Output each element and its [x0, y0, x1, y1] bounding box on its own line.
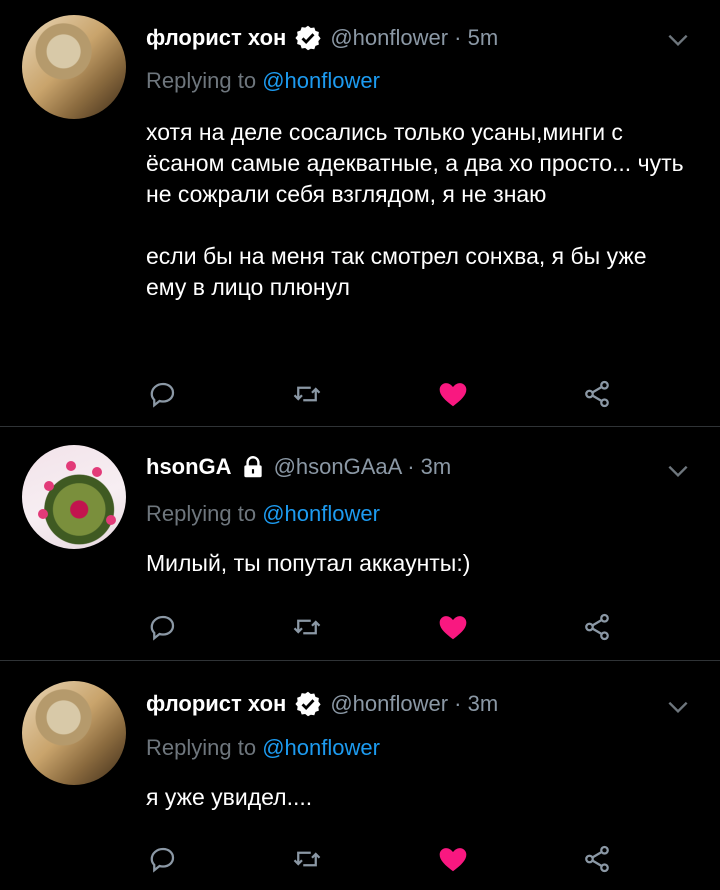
like-button[interactable]	[436, 610, 470, 644]
avatar[interactable]	[22, 445, 126, 549]
tweet-header: флорист хон @honflower · 5m	[146, 22, 498, 54]
like-icon	[439, 616, 467, 640]
like-button[interactable]	[436, 377, 470, 411]
reply-icon	[150, 382, 175, 408]
tweet[interactable]: флорист хон @honflower · 5m Replying to …	[0, 0, 720, 425]
tweet-text: Милый, ты попутал аккаунты:)	[146, 548, 686, 579]
like-button[interactable]	[436, 842, 470, 876]
share-icon	[585, 613, 609, 641]
timestamp: 3m	[420, 454, 452, 479]
retweet-button[interactable]	[290, 842, 324, 876]
like-icon	[439, 383, 467, 407]
replying-prefix: Replying to	[146, 501, 263, 526]
separator: ·	[401, 454, 421, 479]
retweet-icon	[293, 619, 321, 635]
replying-prefix: Replying to	[146, 68, 263, 93]
retweet-icon	[293, 851, 321, 867]
retweet-button[interactable]	[290, 377, 324, 411]
tweet-paragraph: Милый, ты попутал аккаунты:)	[146, 550, 471, 576]
avatar[interactable]	[22, 15, 126, 119]
separator: ·	[448, 691, 468, 716]
reply-button[interactable]	[146, 610, 180, 644]
replying-to-link[interactable]: @honflower	[262, 501, 380, 526]
reply-button[interactable]	[146, 842, 180, 876]
heart-sticker	[38, 509, 48, 519]
heart-sticker	[66, 461, 76, 471]
reply-icon	[150, 615, 175, 641]
verified-badge-icon	[294, 690, 322, 718]
share-icon	[585, 845, 609, 873]
handle[interactable]: @hsonGAaA · 3m	[274, 454, 452, 480]
tweet-header: hsonGA @hsonGAaA · 3m	[146, 451, 451, 483]
chevron-down-icon[interactable]	[665, 27, 691, 53]
replying-prefix: Replying to	[146, 735, 263, 760]
action-bar	[146, 842, 626, 876]
reply-button[interactable]	[146, 377, 180, 411]
replying-to: Replying to @honflower	[146, 68, 380, 94]
avatar[interactable]	[22, 681, 126, 785]
share-button[interactable]	[580, 842, 614, 876]
handle-text: @hsonGAaA	[273, 454, 402, 479]
tweet-text: я уже увидел....	[146, 782, 686, 813]
share-button[interactable]	[580, 610, 614, 644]
heart-sticker	[92, 467, 102, 477]
action-bar	[146, 610, 626, 644]
replying-to: Replying to @honflower	[146, 735, 380, 761]
chevron-down-icon[interactable]	[665, 694, 691, 720]
handle-text: @honflower	[330, 25, 449, 50]
handle[interactable]: @honflower · 3m	[330, 691, 498, 717]
reply-icon	[150, 847, 175, 873]
tweet-paragraph: я уже увидел....	[146, 784, 313, 810]
timestamp: 5m	[467, 25, 499, 50]
share-button[interactable]	[580, 377, 614, 411]
tweet-paragraph: хотя на деле сосались только усаны,минги…	[146, 119, 684, 207]
verified-badge-icon	[294, 24, 322, 52]
timestamp: 3m	[467, 691, 499, 716]
tweet-text: хотя на деле сосались только усаны,минги…	[146, 117, 686, 303]
heart-sticker	[44, 481, 54, 491]
retweet-icon	[293, 386, 321, 402]
tweet[interactable]: hsonGA @hsonGAaA · 3m Replying to @honfl…	[0, 427, 720, 659]
display-name[interactable]: флорист хон	[146, 691, 286, 717]
share-icon	[585, 380, 609, 408]
replying-to-link[interactable]: @honflower	[262, 735, 380, 760]
replying-to: Replying to @honflower	[146, 501, 380, 527]
tweet-paragraph: если бы на меня так смотрел сонхва, я бы…	[146, 243, 647, 300]
display-name[interactable]: hsonGA	[146, 454, 232, 480]
lock-icon	[240, 454, 266, 480]
action-bar	[146, 377, 626, 411]
like-icon	[439, 848, 467, 872]
handle-text: @honflower	[330, 691, 449, 716]
handle[interactable]: @honflower · 5m	[330, 25, 498, 51]
separator: ·	[448, 25, 468, 50]
replying-to-link[interactable]: @honflower	[262, 68, 380, 93]
tweet-header: флорист хон @honflower · 3m	[146, 688, 498, 720]
tweet[interactable]: флорист хон @honflower · 3m Replying to …	[0, 661, 720, 890]
heart-sticker	[106, 515, 116, 525]
retweet-button[interactable]	[290, 610, 324, 644]
chevron-down-icon[interactable]	[665, 458, 691, 484]
display-name[interactable]: флорист хон	[146, 25, 286, 51]
